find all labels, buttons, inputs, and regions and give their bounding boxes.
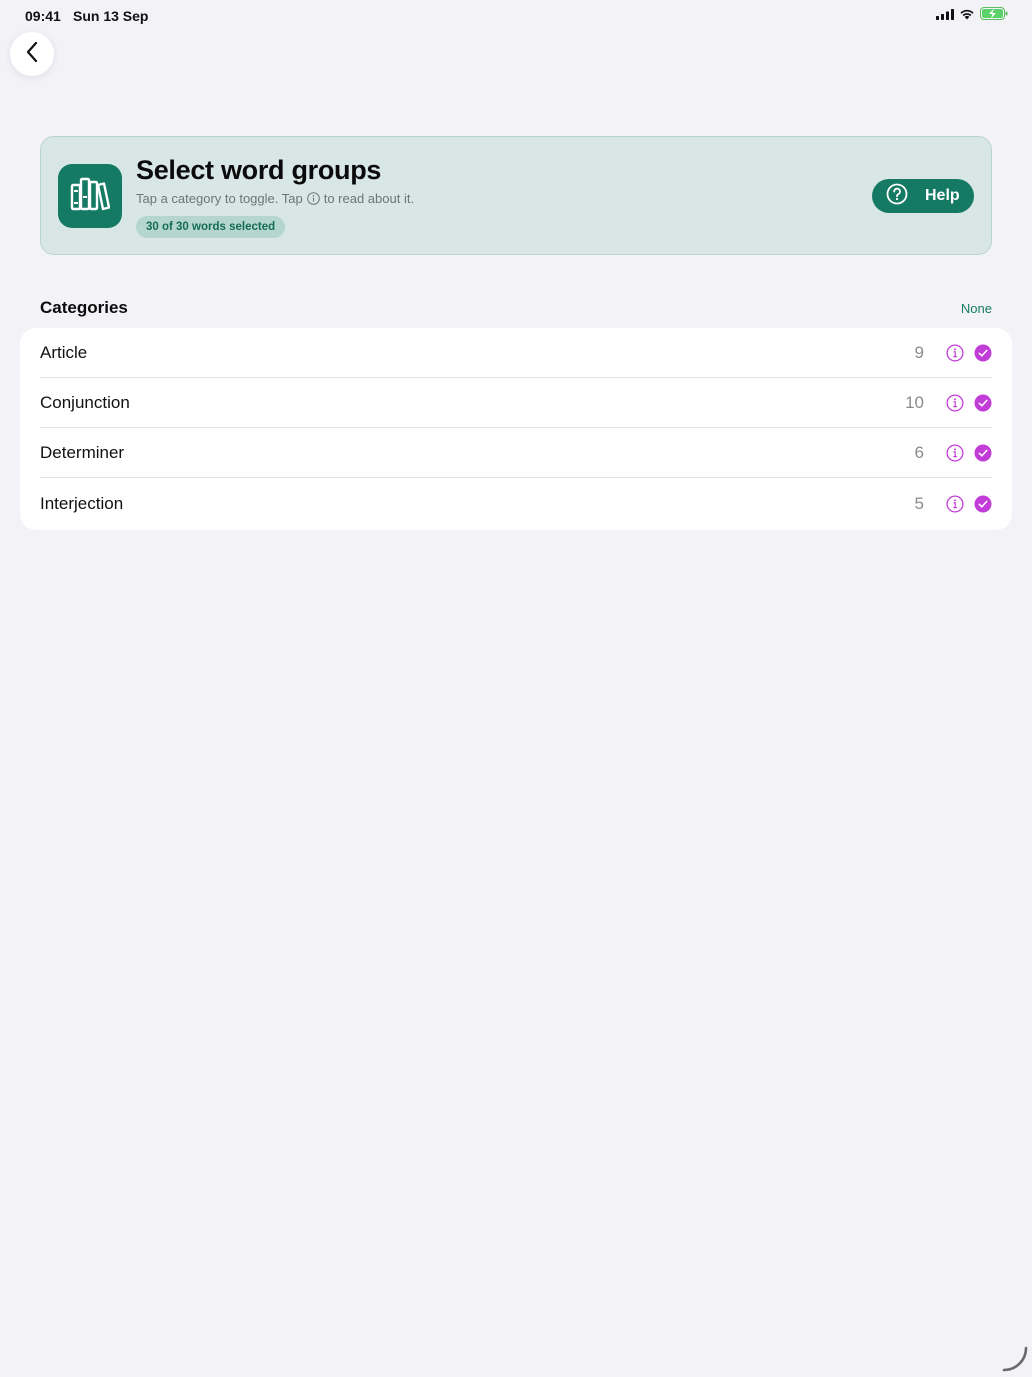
select-none-button[interactable]: None [961,301,992,316]
info-icon[interactable] [946,344,964,362]
corner-resize-handle[interactable] [1002,1346,1028,1372]
section-title: Categories [40,298,128,318]
status-date: Sun 13 Sep [73,8,148,24]
subtitle-text-after: to read about it. [324,191,414,206]
category-label: Determiner [40,443,884,463]
category-label: Interjection [40,494,884,514]
battery-charging-icon [980,7,1008,25]
subtitle-text-before: Tap a category to toggle. Tap [136,191,303,206]
category-count: 6 [884,443,924,463]
category-row-conjunction[interactable]: Conjunction 10 [40,378,992,428]
category-row-determiner[interactable]: Determiner 6 [40,428,992,478]
header-card: Select word groups Tap a category to tog… [40,136,992,255]
info-icon[interactable] [946,394,964,412]
category-count: 5 [884,494,924,514]
cellular-signal-icon [936,7,954,25]
status-bar: 09:41 Sun 13 Sep [0,0,1032,32]
page-subtitle: Tap a category to toggle. Tap to read ab… [136,191,414,206]
info-icon[interactable] [946,444,964,462]
category-list: Article 9 Conjunction 10 [20,328,1012,530]
books-icon [70,177,110,216]
checkmark-circle-icon[interactable] [974,495,992,513]
page-title: Select word groups [136,155,381,186]
wifi-icon [959,7,975,25]
category-count: 10 [884,393,924,413]
question-circle-icon [886,183,908,210]
checkmark-circle-icon[interactable] [974,394,992,412]
status-time: 09:41 [25,8,61,24]
help-button[interactable]: Help [872,179,974,213]
selected-count-badge: 30 of 30 words selected [136,216,285,238]
help-button-label: Help [925,187,960,205]
chevron-left-icon [25,41,39,68]
category-row-interjection[interactable]: Interjection 5 [40,479,992,529]
info-icon [307,192,320,205]
category-count: 9 [884,343,924,363]
category-row-article[interactable]: Article 9 [40,328,992,378]
category-label: Article [40,343,884,363]
category-label: Conjunction [40,393,884,413]
status-icons [936,8,1008,24]
back-button[interactable] [10,32,54,76]
checkmark-circle-icon[interactable] [974,344,992,362]
info-icon[interactable] [946,495,964,513]
app-icon [58,164,122,228]
checkmark-circle-icon[interactable] [974,444,992,462]
